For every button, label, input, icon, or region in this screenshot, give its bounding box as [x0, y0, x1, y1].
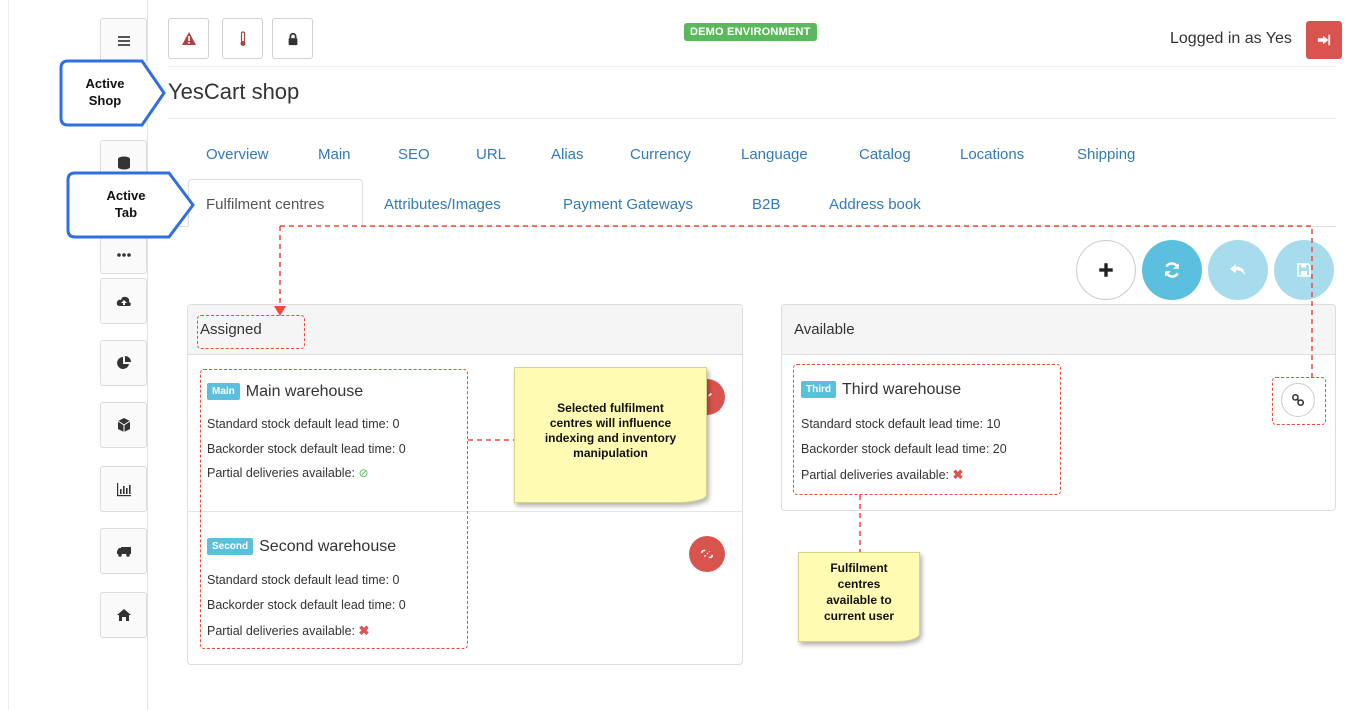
available-panel-title: Available: [794, 321, 855, 338]
warning-icon: [181, 31, 196, 45]
cloud-upload-icon: [116, 296, 131, 306]
save-button[interactable]: [1274, 240, 1334, 300]
note-line: centres will influence: [549, 416, 672, 430]
truck-icon: [116, 547, 131, 557]
assigned-title-highlight: [197, 315, 305, 349]
home-icon: [116, 609, 131, 621]
callout-active-tab: Active Tab: [65, 170, 197, 240]
left-border: [8, 0, 9, 710]
tab-alias[interactable]: Alias: [551, 146, 584, 163]
save-icon: [1297, 263, 1311, 277]
tab-language[interactable]: Language: [741, 146, 808, 163]
note-line: indexing and inventory: [544, 431, 677, 445]
callout-line: Tab: [114, 205, 138, 220]
undo-icon: [1230, 264, 1245, 276]
app-root: DEMO ENVIRONMENT Logged in as Yes YesCar…: [0, 0, 1356, 710]
sticky-note-available: Fulfilment centres available to current …: [798, 552, 920, 642]
unassign-button[interactable]: [689, 536, 725, 572]
menu-icon: [117, 36, 130, 46]
tab-payment-gateways[interactable]: Payment Gateways: [563, 196, 693, 213]
refresh-icon: [1165, 262, 1179, 278]
title-divider: [168, 118, 1336, 119]
note-line: centres: [837, 577, 881, 591]
pie-chart-icon: [116, 356, 131, 369]
tab-address-book[interactable]: Address book: [829, 196, 921, 213]
bar-chart-icon: [116, 483, 131, 497]
note-line: Fulfilment: [830, 561, 888, 575]
page-title: YesCart shop: [168, 79, 300, 104]
lock-icon: [288, 32, 297, 45]
tab-catalog[interactable]: Catalog: [859, 146, 911, 163]
sidebar-stats-button[interactable]: [100, 466, 147, 512]
tab-attributes-images[interactable]: Attributes/Images: [384, 196, 501, 213]
logout-icon: [1317, 34, 1331, 46]
header-divider: [168, 66, 1336, 67]
tab-currency[interactable]: Currency: [630, 146, 691, 163]
note-line: manipulation: [573, 446, 648, 460]
available-items-highlight: [793, 364, 1061, 495]
note-line: Selected fulfilment: [557, 401, 664, 415]
sticky-note-selected: Selected fulfilment centres will influen…: [514, 367, 707, 503]
alerts-button[interactable]: [168, 18, 209, 59]
unlink-icon: [700, 549, 714, 559]
tab-fulfilment-centres-label: Fulfilment centres: [206, 196, 325, 213]
dots-icon: [116, 253, 131, 257]
callout-line: Active: [106, 188, 146, 203]
demo-environment-badge: DEMO ENVIRONMENT: [684, 23, 817, 41]
tab-locations[interactable]: Locations: [960, 146, 1024, 163]
assigned-items-highlight: [200, 369, 468, 649]
database-icon: [117, 156, 130, 170]
sidebar-catalog-button[interactable]: [100, 402, 147, 448]
sidebar-shipping-button[interactable]: [100, 528, 147, 574]
tab-fulfilment-centres[interactable]: Fulfilment centres: [188, 179, 363, 227]
assign-button-highlight: [1272, 377, 1326, 425]
tab-overview[interactable]: Overview: [206, 146, 269, 163]
tab-main[interactable]: Main: [318, 146, 351, 163]
note-line: current user: [823, 609, 895, 623]
plus-icon: [1099, 263, 1113, 277]
tab-shipping[interactable]: Shipping: [1077, 146, 1135, 163]
available-panel-header: Available: [782, 305, 1335, 355]
sidebar-reports-button[interactable]: [100, 340, 147, 386]
undo-button[interactable]: [1208, 240, 1268, 300]
callout-line: Shop: [88, 93, 122, 108]
tab-seo[interactable]: SEO: [398, 146, 430, 163]
note-line: available to: [826, 593, 892, 607]
sidebar-home-button[interactable]: [100, 592, 147, 638]
lock-button[interactable]: [272, 18, 313, 59]
logout-button[interactable]: [1306, 21, 1342, 59]
refresh-button[interactable]: [1142, 240, 1202, 300]
tab-b2b[interactable]: B2B: [752, 196, 780, 213]
thermometer-icon: [240, 30, 245, 46]
callout-active-shop: Active Shop: [58, 58, 168, 128]
sidebar-upload-button[interactable]: [100, 278, 147, 324]
tab-url[interactable]: URL: [476, 146, 506, 163]
cube-icon: [117, 418, 130, 432]
add-button[interactable]: [1076, 240, 1136, 300]
system-health-button[interactable]: [222, 18, 263, 59]
logged-in-label: Logged in as Yes: [1170, 30, 1292, 47]
callout-line: Active: [85, 76, 125, 91]
